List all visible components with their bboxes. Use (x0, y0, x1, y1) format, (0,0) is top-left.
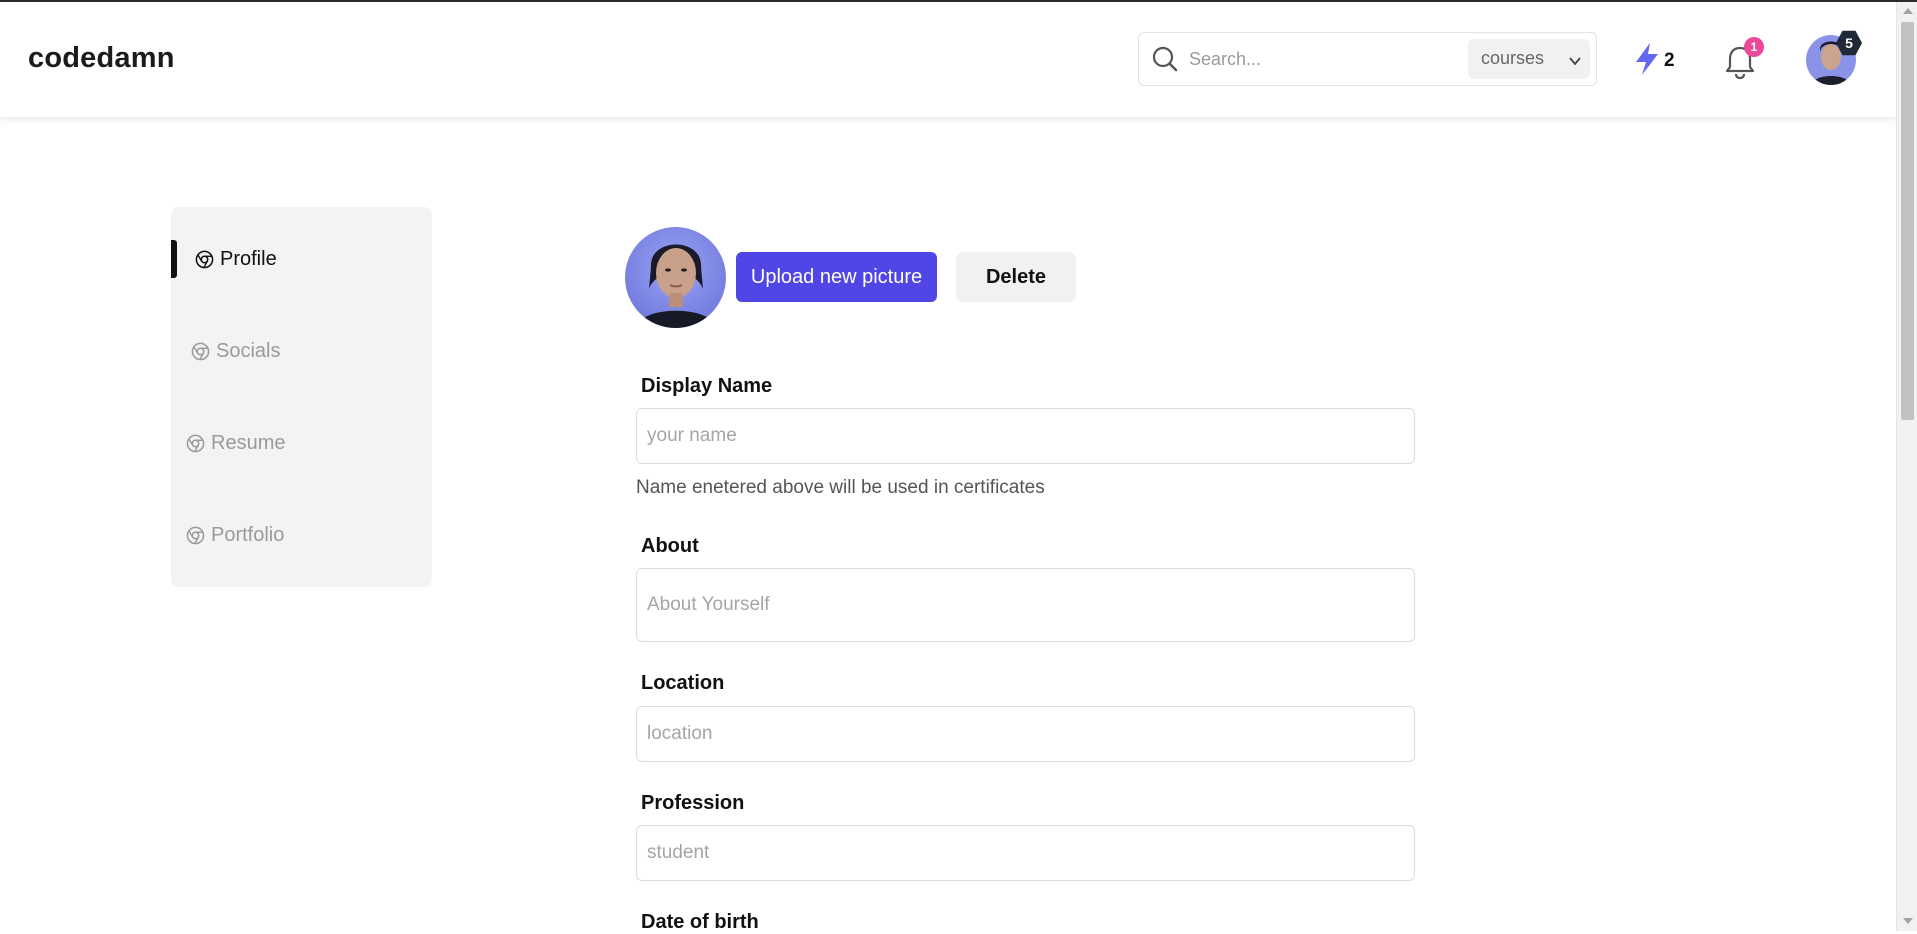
sidebar-item-portfolio[interactable]: Portfolio (186, 517, 284, 553)
search-input[interactable] (1189, 41, 1449, 77)
profile-picture (625, 227, 726, 328)
top-nav-bar: codedamn courses 2 1 (0, 2, 1896, 118)
lightning-bolt-icon (1636, 43, 1658, 75)
profession-input[interactable] (636, 825, 1415, 881)
location-input[interactable] (636, 706, 1415, 762)
chrome-icon (186, 434, 205, 452)
sidebar-item-label: Socials (216, 339, 281, 362)
settings-sidebar: Profile Socials Resume Portfolio (171, 207, 432, 587)
search-filter-value: courses (1481, 48, 1545, 68)
upload-picture-button[interactable]: Upload new picture (736, 252, 937, 302)
streak-count: 2 (1664, 50, 1675, 71)
display-name-hint: Name enetered above will be used in cert… (636, 477, 1045, 498)
sidebar-item-resume[interactable]: Resume (186, 425, 285, 461)
profession-label: Profession (641, 792, 745, 814)
delete-picture-button[interactable]: Delete (956, 252, 1076, 302)
display-name-label: Display Name (641, 375, 773, 397)
location-label: Location (641, 672, 725, 694)
site-logo[interactable]: codedamn (28, 42, 175, 75)
chrome-icon (191, 342, 210, 360)
scroll-up-arrow-icon[interactable] (1903, 8, 1913, 14)
sidebar-item-label: Resume (211, 431, 286, 454)
sidebar-item-label: Profile (220, 247, 277, 270)
display-name-input[interactable] (636, 408, 1415, 464)
search-icon (1152, 46, 1178, 72)
page-scrollbar[interactable] (1896, 2, 1917, 931)
notifications-button[interactable]: 1 (1722, 37, 1764, 82)
notification-badge: 1 (1744, 37, 1764, 57)
sidebar-item-label: Portfolio (211, 523, 285, 546)
scrollbar-thumb[interactable] (1901, 22, 1914, 420)
sidebar-item-profile[interactable]: Profile (195, 241, 277, 277)
chrome-icon (195, 250, 214, 268)
sidebar-item-socials[interactable]: Socials (191, 333, 280, 369)
scroll-down-arrow-icon[interactable] (1903, 918, 1913, 924)
search-filter-select[interactable]: courses (1468, 39, 1590, 79)
active-item-indicator (171, 240, 177, 278)
chrome-icon (186, 526, 205, 544)
chevron-down-icon (1569, 57, 1581, 66)
about-input[interactable] (636, 568, 1415, 642)
about-label: About (641, 535, 699, 557)
search-bar: courses (1138, 32, 1597, 86)
profile-photo-image (625, 227, 726, 328)
